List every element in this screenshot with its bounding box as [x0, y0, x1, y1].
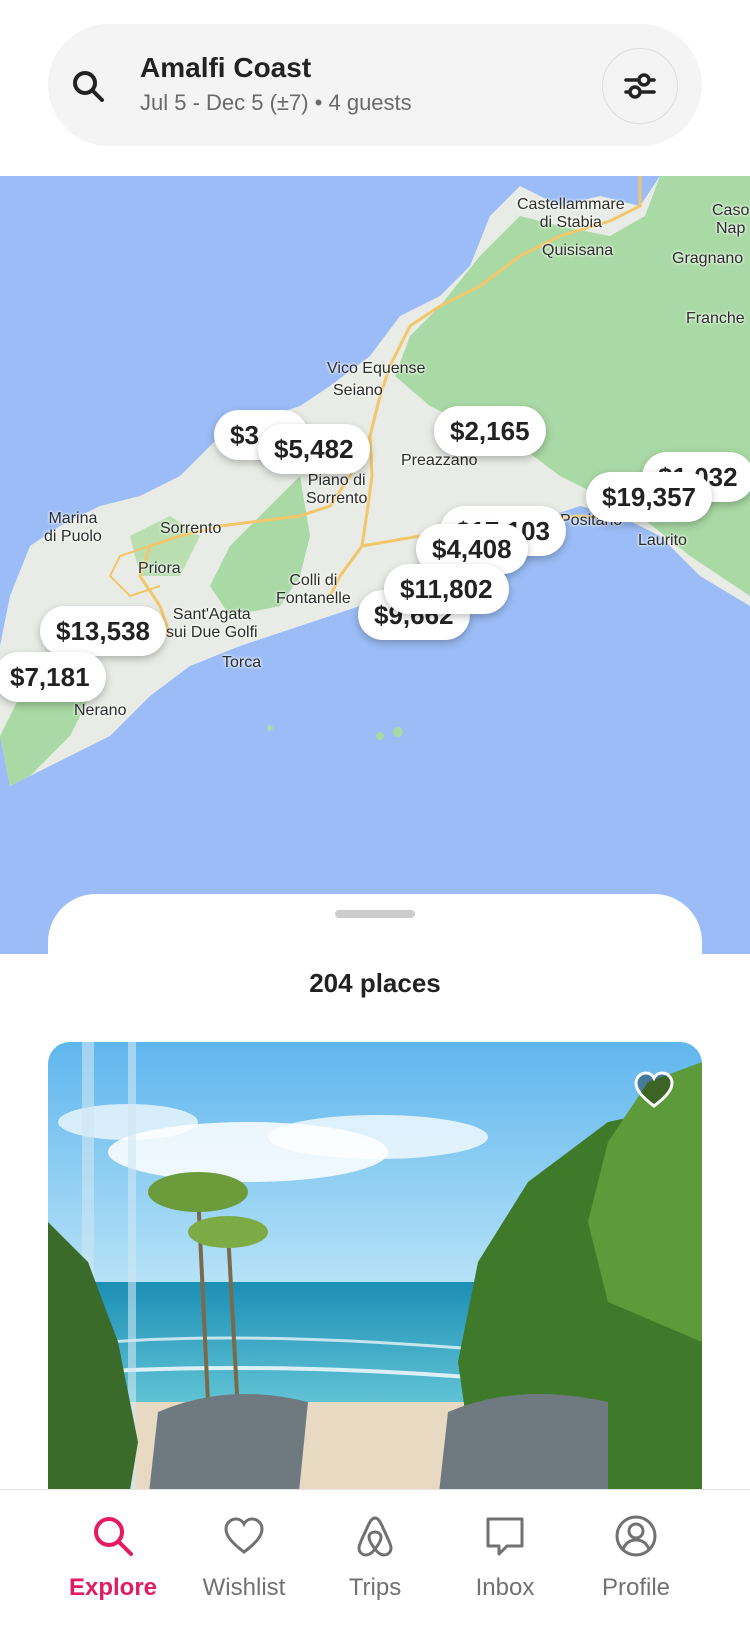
map-label: Torca — [222, 654, 262, 671]
listing-card[interactable] — [48, 1042, 702, 1502]
map-label: Nerano — [74, 702, 127, 719]
search-header: Amalfi Coast Jul 5 - Dec 5 (±7) • 4 gues… — [0, 0, 750, 176]
airbnb-logo-icon — [357, 1516, 393, 1557]
bottom-nav: Explore Wishlist Trips Inbox Profile — [0, 1489, 750, 1625]
price-pin[interactable]: $13,538 — [40, 606, 166, 656]
nav-trips-label: Trips — [348, 1574, 402, 1601]
nav-inbox[interactable]: Inbox — [440, 1490, 570, 1625]
map-label: Gragnano — [672, 250, 744, 267]
map-label: Piano di Sorrento — [306, 472, 368, 507]
map-label: Priora — [138, 560, 181, 577]
map-label: Caso Nap — [712, 202, 750, 237]
map-land — [0, 176, 750, 786]
map-label: Quisisana — [542, 242, 614, 259]
map-label: Sorrento — [160, 520, 222, 537]
map-label: Laurito — [638, 532, 687, 549]
price-pin[interactable]: $11,802 — [384, 564, 509, 614]
map-label: Sant'Agata sui Due Golfi — [166, 606, 258, 641]
results-sheet[interactable] — [48, 894, 702, 974]
map-label: Castellammare di Stabia — [517, 196, 625, 231]
price-pin[interactable]: $5,482 — [258, 424, 370, 474]
search-icon — [94, 1517, 133, 1556]
price-pin[interactable]: $7,181 — [0, 652, 106, 702]
filter-button[interactable] — [602, 48, 678, 124]
nav-trips[interactable]: Trips — [310, 1490, 440, 1625]
heart-icon — [224, 1517, 264, 1554]
map-label: Franche — [686, 310, 745, 327]
search-location[interactable]: Amalfi Coast — [140, 52, 311, 84]
nav-explore-label: Explore — [68, 1574, 158, 1601]
nav-profile[interactable]: Profile — [571, 1490, 701, 1625]
price-pin[interactable]: $2,165 — [434, 406, 546, 456]
map[interactable]: Castellammare di Stabia Quisisana Gragnan… — [0, 176, 750, 954]
listing-photo — [48, 1042, 702, 1502]
map-label: Marina di Puolo — [44, 510, 102, 545]
nav-wishlist[interactable]: Wishlist — [179, 1490, 309, 1625]
nav-profile-label: Profile — [601, 1574, 671, 1601]
map-label: Colli di Fontanelle — [276, 572, 351, 607]
map-label: Vico Equense — [327, 360, 426, 377]
results-count: 204 places — [309, 968, 441, 998]
sheet-drag-handle[interactable] — [335, 910, 415, 918]
search-details[interactable]: Jul 5 - Dec 5 (±7) • 4 guests — [140, 90, 412, 116]
search-icon — [73, 71, 104, 102]
map-label: Seiano — [333, 382, 383, 399]
nav-wishlist-label: Wishlist — [202, 1574, 286, 1601]
nav-explore[interactable]: Explore — [48, 1490, 178, 1625]
message-icon — [486, 1517, 524, 1556]
nav-inbox-label: Inbox — [475, 1574, 535, 1601]
profile-icon — [615, 1515, 657, 1557]
heart-icon[interactable] — [632, 1068, 676, 1112]
price-pin[interactable]: $19,357 — [586, 472, 712, 522]
filter-icon — [624, 73, 656, 99]
